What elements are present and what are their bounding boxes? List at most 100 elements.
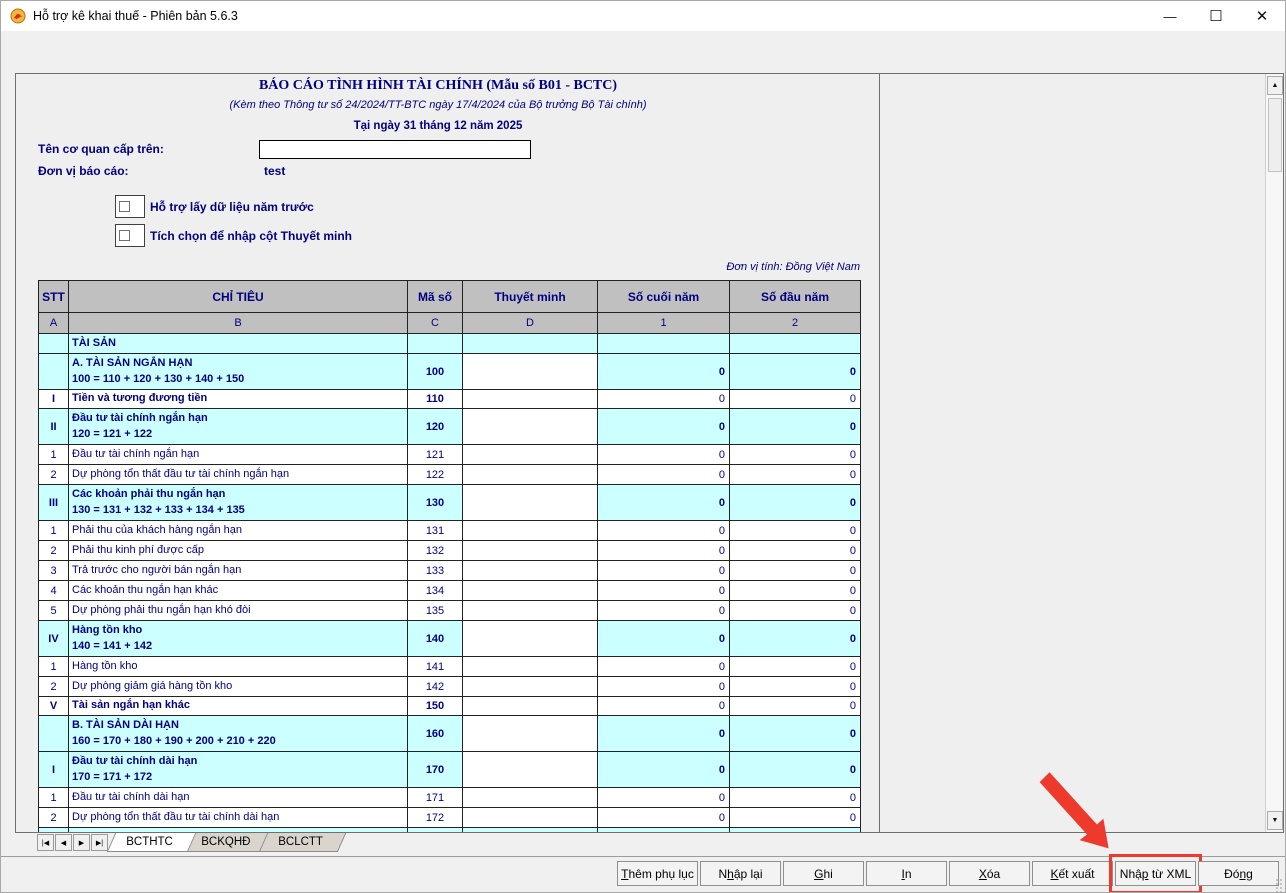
button-nhập-lại[interactable]: Nhập lại <box>700 861 781 886</box>
row-begin-value[interactable]: 0 <box>730 354 861 390</box>
row-thuyetminh-cell[interactable] <box>463 445 598 465</box>
table-row[interactable]: IV Hàng tồn kho140 = 141 + 142 140 0 0 <box>39 621 861 657</box>
row-begin-value[interactable]: 0 <box>730 465 861 485</box>
row-thuyetminh-cell[interactable] <box>463 409 598 445</box>
close-button[interactable]: ✕ <box>1239 1 1285 31</box>
row-end-value[interactable] <box>598 334 730 354</box>
row-end-value[interactable]: 0 <box>598 521 730 541</box>
parent-agency-input[interactable] <box>259 140 531 159</box>
button-ghi[interactable]: Ghi <box>783 861 864 886</box>
checkbox-prev-year-data[interactable] <box>115 195 145 218</box>
row-begin-value[interactable]: 0 <box>730 485 861 521</box>
row-end-value[interactable]: 0 <box>598 601 730 621</box>
table-row[interactable]: TÀI SẢN <box>39 334 861 354</box>
table-row[interactable]: B. TÀI SẢN DÀI HẠN160 = 170 + 180 + 190 … <box>39 716 861 752</box>
table-row[interactable]: 2 Dự phòng tổn thất đầu tư tài chính ngắ… <box>39 465 861 485</box>
row-begin-value[interactable]: 0 <box>730 808 861 828</box>
minimize-button[interactable]: — <box>1147 1 1193 31</box>
row-thuyetminh-cell[interactable] <box>463 485 598 521</box>
button-thêm-phụ-lục[interactable]: Thêm phụ lục <box>617 861 698 886</box>
row-thuyetminh-cell[interactable] <box>463 788 598 808</box>
row-end-value[interactable]: 0 <box>598 697 730 716</box>
row-end-value[interactable]: 0 <box>598 716 730 752</box>
button-xóa[interactable]: Xóa <box>949 861 1030 886</box>
row-end-value[interactable]: 0 <box>598 752 730 788</box>
row-end-value[interactable]: 0 <box>598 561 730 581</box>
row-thuyetminh-cell[interactable] <box>463 621 598 657</box>
row-end-value[interactable]: 0 <box>598 621 730 657</box>
vertical-scrollbar[interactable]: ▲ ▼ <box>1265 74 1283 832</box>
row-begin-value[interactable]: 0 <box>730 445 861 465</box>
table-row[interactable]: 1 Đầu tư tài chính ngắn hạn 121 0 0 <box>39 445 861 465</box>
row-begin-value[interactable]: 0 <box>730 697 861 716</box>
table-row[interactable]: 2 Dự phòng tổn thất đầu tư tài chính dài… <box>39 808 861 828</box>
nav-next-icon[interactable]: ▶ <box>73 834 90 851</box>
row-end-value[interactable]: 0 <box>598 390 730 409</box>
table-row[interactable]: 5 Dự phòng phải thu ngắn hạn khó đòi 135… <box>39 601 861 621</box>
table-row[interactable]: 4 Các khoản thu ngắn hạn khác 134 0 0 <box>39 581 861 601</box>
row-end-value[interactable]: 0 <box>598 409 730 445</box>
nav-prev-icon[interactable]: ◀ <box>55 834 72 851</box>
table-row[interactable]: I Tiền và tương đương tiền 110 0 0 <box>39 390 861 409</box>
table-row[interactable]: 3 Trả trước cho người bán ngắn hạn 133 0… <box>39 561 861 581</box>
row-thuyetminh-cell[interactable] <box>463 465 598 485</box>
row-thuyetminh-cell[interactable] <box>463 541 598 561</box>
row-end-value[interactable]: 0 <box>598 808 730 828</box>
button-nhập-từ-xml[interactable]: Nhập từ XML <box>1115 861 1196 886</box>
row-thuyetminh-cell[interactable] <box>463 657 598 677</box>
resize-grip-icon[interactable] <box>1275 878 1283 892</box>
tab-bcthtc[interactable]: BCTHTC <box>107 833 196 852</box>
row-begin-value[interactable]: 0 <box>730 561 861 581</box>
row-end-value[interactable]: 0 <box>598 541 730 561</box>
button-in[interactable]: In <box>866 861 947 886</box>
row-thuyetminh-cell[interactable] <box>463 697 598 716</box>
scroll-up-icon[interactable]: ▲ <box>1267 76 1283 95</box>
row-end-value[interactable]: 0 <box>598 354 730 390</box>
row-thuyetminh-cell[interactable] <box>463 752 598 788</box>
scrollbar-thumb[interactable] <box>1268 98 1282 172</box>
row-thuyetminh-cell[interactable] <box>463 521 598 541</box>
row-begin-value[interactable]: 0 <box>730 621 861 657</box>
row-begin-value[interactable]: 0 <box>730 581 861 601</box>
tab-bclctt[interactable]: BCLCTT <box>259 833 346 852</box>
maximize-button[interactable]: ☐ <box>1193 1 1239 31</box>
row-begin-value[interactable]: 0 <box>730 716 861 752</box>
row-end-value[interactable]: 0 <box>598 657 730 677</box>
table-row[interactable]: III Các khoản phải thu ngắn hạn130 = 131… <box>39 485 861 521</box>
nav-last-icon[interactable]: ▶| <box>91 834 108 851</box>
row-begin-value[interactable]: 0 <box>730 677 861 697</box>
table-row[interactable]: II Đầu tư tài chính ngắn hạn120 = 121 + … <box>39 409 861 445</box>
row-end-value[interactable]: 0 <box>598 465 730 485</box>
row-begin-value[interactable] <box>730 334 861 354</box>
row-end-value[interactable]: 0 <box>598 445 730 465</box>
row-thuyetminh-cell[interactable] <box>463 808 598 828</box>
row-begin-value[interactable]: 0 <box>730 541 861 561</box>
table-row[interactable]: 1 Đầu tư tài chính dài hạn 171 0 0 <box>39 788 861 808</box>
row-thuyetminh-cell[interactable] <box>463 354 598 390</box>
row-begin-value[interactable]: 0 <box>730 752 861 788</box>
row-thuyetminh-cell[interactable] <box>463 561 598 581</box>
row-begin-value[interactable]: 0 <box>730 657 861 677</box>
row-thuyetminh-cell[interactable] <box>463 677 598 697</box>
table-row[interactable]: 2 Phải thu kinh phí được cấp 132 0 0 <box>39 541 861 561</box>
table-row[interactable]: I Đầu tư tài chính dài hạn170 = 171 + 17… <box>39 752 861 788</box>
row-begin-value[interactable]: 0 <box>730 521 861 541</box>
row-thuyetminh-cell[interactable] <box>463 601 598 621</box>
button-kết-xuất[interactable]: Kết xuất <box>1032 861 1113 886</box>
row-end-value[interactable]: 0 <box>598 788 730 808</box>
row-end-value[interactable]: 0 <box>598 677 730 697</box>
row-begin-value[interactable]: 0 <box>730 390 861 409</box>
table-row[interactable]: V Tài sản ngắn hạn khác 150 0 0 <box>39 697 861 716</box>
row-end-value[interactable]: 0 <box>598 485 730 521</box>
table-row[interactable]: 1 Hàng tồn kho 141 0 0 <box>39 657 861 677</box>
table-row[interactable]: 1 Phải thu của khách hàng ngắn hạn 131 0… <box>39 521 861 541</box>
nav-first-icon[interactable]: |◀ <box>37 834 54 851</box>
row-end-value[interactable]: 0 <box>598 581 730 601</box>
row-thuyetminh-cell[interactable] <box>463 716 598 752</box>
button-đóng[interactable]: Đóng <box>1198 861 1279 886</box>
table-row[interactable]: A. TÀI SẢN NGẮN HẠN100 = 110 + 120 + 130… <box>39 354 861 390</box>
row-begin-value[interactable]: 0 <box>730 788 861 808</box>
row-thuyetminh-cell[interactable] <box>463 581 598 601</box>
table-row[interactable]: 2 Dự phòng giảm giá hàng tồn kho 142 0 0 <box>39 677 861 697</box>
row-begin-value[interactable]: 0 <box>730 601 861 621</box>
